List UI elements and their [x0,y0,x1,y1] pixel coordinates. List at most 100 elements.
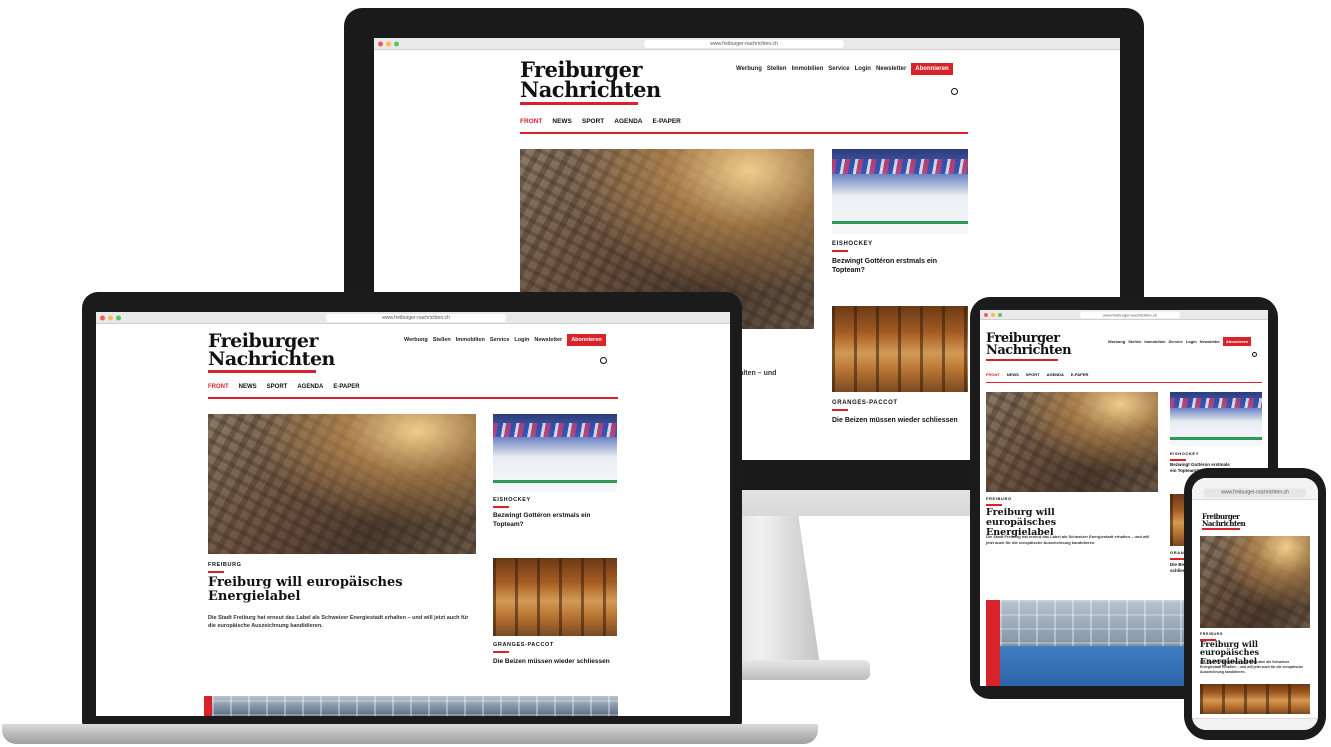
topnav-werbung[interactable]: Werbung [1108,339,1125,344]
search-icon[interactable] [951,88,958,95]
teaser-1-image[interactable] [493,414,617,492]
phone-site-logo[interactable]: Freiburger Nachrichten [1202,513,1246,530]
window-close-dot-icon[interactable] [100,315,105,320]
nav-front[interactable]: FRONT [986,372,1000,377]
logo-line-2: Nachrichten [208,348,335,371]
phone-lead-kicker: FREIBURG [1200,632,1224,641]
teaser-2-kicker: GRANGES-PACCOT [832,400,898,411]
lead-headline[interactable]: Freiburg will europäisches Energielabel [208,576,408,603]
logo-underline [520,101,638,105]
nav-news[interactable]: NEWS [1007,372,1019,377]
window-zoom-dot-icon[interactable] [116,315,121,320]
topnav-stellen[interactable]: Stellen [1128,339,1141,344]
window-controls [984,312,1002,317]
teaser-1-kicker: EISHOCKEY [493,497,531,508]
lead-text: Die Stadt Freiburg hat erneut das Label … [1200,660,1304,675]
teaser-2-kicker: GRANGES-PACCOT [493,642,554,653]
search-icon[interactable] [600,357,607,364]
main-navigation: FRONT NEWS SPORT AGENDA E-PAPER [986,372,1262,383]
subscribe-button[interactable]: Abonnieren [1222,337,1252,346]
main-navigation: FRONT NEWS SPORT AGENDA E-PAPER [208,384,618,399]
teaser-1-title[interactable]: Bezwingt Gottéron erstmals ein Topteam? [832,257,964,276]
browser-toolbar: www.freiburger-nachrichten.ch [96,312,730,324]
top-navigation: Werbung Stellen Immobilien Service Login… [1108,337,1252,346]
topnav-service[interactable]: Service [490,337,510,343]
teaser-1-title[interactable]: Bezwingt Gottéron erstmals ein Topteam? [493,512,605,530]
teaser-1-image[interactable] [832,149,968,234]
nav-sport[interactable]: SPORT [1026,372,1040,377]
nav-agenda[interactable]: AGENDA [614,118,642,125]
nav-news[interactable]: NEWS [239,384,257,390]
teaser-1-kicker: EISHOCKEY [1170,451,1199,461]
logo-underline [1202,528,1240,530]
section-red-marker [986,600,1000,686]
site-logo[interactable]: Freiburger Nachrichten [208,332,335,374]
teaser-2-title[interactable]: Die Beizen müssen wieder schliessen [832,416,968,425]
topnav-werbung[interactable]: Werbung [736,66,762,72]
teaser-2-title[interactable]: Die Beizen müssen wieder schliessen [493,658,617,667]
url-bar[interactable]: www.freiburger-nachrichten.ch [644,39,844,48]
nav-epaper[interactable]: E-PAPER [1071,372,1088,377]
nav-agenda[interactable]: AGENDA [297,384,323,390]
logo-line-2: Nachrichten [986,343,1072,359]
window-zoom-dot-icon[interactable] [998,312,1002,317]
logo-underline [986,358,1058,361]
nav-agenda[interactable]: AGENDA [1047,372,1064,377]
nav-sport[interactable]: SPORT [267,384,288,390]
topnav-newsletter[interactable]: Newsletter [534,337,562,343]
topnav-immobilien[interactable]: Immobilien [1144,339,1165,344]
url-bar[interactable]: www.freiburger-nachrichten.ch [1080,311,1180,318]
topnav-newsletter[interactable]: Newsletter [876,66,906,72]
top-navigation: Werbung Stellen Immobilien Service Login… [736,63,953,75]
phone-url-bar[interactable]: www.freiburger-nachrichten.ch [1204,488,1306,498]
nav-epaper[interactable]: E-PAPER [333,384,359,390]
laptop-base [2,724,818,744]
lead-article-image[interactable] [986,392,1158,492]
site-logo[interactable]: Freiburger Nachrichten [520,59,661,105]
url-bar[interactable]: www.freiburger-nachrichten.ch [326,313,506,322]
window-controls [100,315,121,320]
window-minimize-dot-icon[interactable] [991,312,995,317]
window-minimize-dot-icon[interactable] [386,41,391,46]
nav-front[interactable]: FRONT [520,118,542,125]
topnav-login[interactable]: Login [855,66,871,72]
window-minimize-dot-icon[interactable] [108,315,113,320]
teaser-image[interactable] [1200,684,1310,714]
subscribe-button[interactable]: Abonnieren [567,334,606,346]
next-article-image[interactable] [212,696,618,716]
topnav-newsletter[interactable]: Newsletter [1200,339,1220,344]
topnav-login[interactable]: Login [1186,339,1197,344]
topnav-immobilien[interactable]: Immobilien [456,337,485,343]
topnav-service[interactable]: Service [828,66,849,72]
subscribe-button[interactable]: Abonnieren [911,63,953,75]
nav-front[interactable]: FRONT [208,384,229,390]
topnav-immobilien[interactable]: Immobilien [792,66,824,72]
main-navigation: FRONT NEWS SPORT AGENDA E-PAPER [520,118,968,134]
window-close-dot-icon[interactable] [378,41,383,46]
search-icon[interactable] [1252,352,1257,357]
topnav-stellen[interactable]: Stellen [433,337,451,343]
phone-screen: www.freiburger-nachrichten.ch Freiburger… [1192,478,1318,730]
laptop-screen: www.freiburger-nachrichten.ch Freiburger… [96,312,730,716]
nav-epaper[interactable]: E-PAPER [652,118,680,125]
phone-toolbar [1192,718,1318,730]
window-zoom-dot-icon[interactable] [394,41,399,46]
site-logo[interactable]: Freiburger Nachrichten [986,332,1072,361]
topnav-service[interactable]: Service [1169,339,1183,344]
top-navigation: Werbung Stellen Immobilien Service Login… [404,334,606,346]
browser-toolbar: www.freiburger-nachrichten.ch [374,38,1120,50]
teaser-2-image[interactable] [832,306,968,392]
topnav-stellen[interactable]: Stellen [767,66,787,72]
window-close-dot-icon[interactable] [984,312,988,317]
lead-kicker: FREIBURG [986,496,1012,506]
device-mockup-stage: www.freiburger-nachrichten.ch Freiburger… [0,0,1331,747]
lead-article-image[interactable] [1200,536,1310,628]
nav-news[interactable]: NEWS [552,118,572,125]
lead-article-image[interactable] [208,414,476,554]
window-controls [378,41,399,46]
teaser-2-image[interactable] [493,558,617,636]
topnav-werbung[interactable]: Werbung [404,337,428,343]
nav-sport[interactable]: SPORT [582,118,604,125]
topnav-login[interactable]: Login [514,337,529,343]
teaser-1-image[interactable] [1170,392,1262,446]
